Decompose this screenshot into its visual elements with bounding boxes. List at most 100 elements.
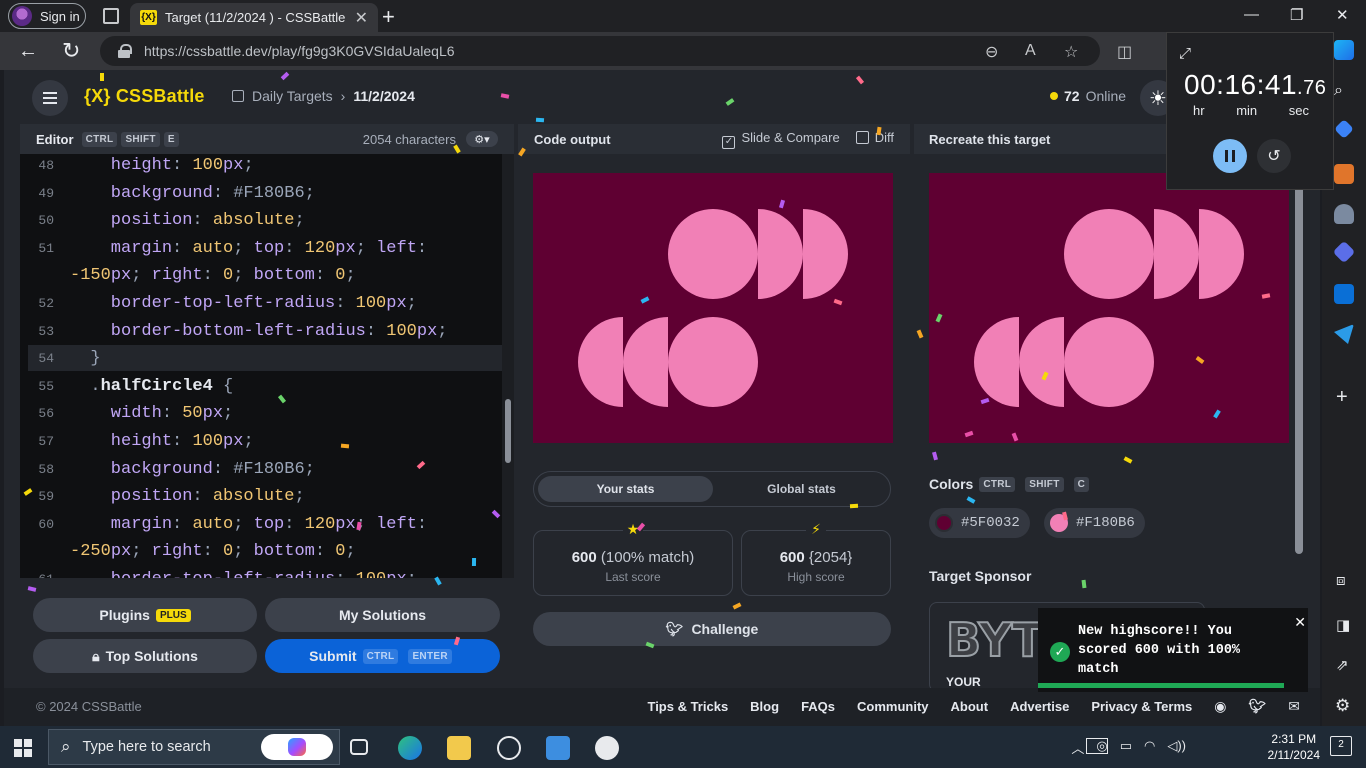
pause-button[interactable] bbox=[1213, 139, 1247, 173]
high-score-label: High score bbox=[787, 570, 845, 584]
copilot-button[interactable] bbox=[261, 734, 333, 760]
menu-button[interactable] bbox=[32, 80, 68, 116]
code-token: : bbox=[172, 238, 193, 258]
code-token: ; bbox=[294, 211, 305, 231]
submit-button[interactable]: Submit CTRL ENTER bbox=[265, 639, 500, 673]
back-icon[interactable]: ← bbox=[18, 40, 38, 63]
split-screen-icon[interactable]: ◫ bbox=[1117, 42, 1132, 62]
confetti-piece bbox=[471, 557, 477, 567]
footer-link[interactable]: Community bbox=[857, 699, 929, 714]
footer-link[interactable]: Tips & Tricks bbox=[647, 699, 728, 714]
add-icon[interactable]: + bbox=[1336, 386, 1348, 409]
clock-app-icon[interactable] bbox=[595, 736, 619, 760]
outlook-icon[interactable] bbox=[1334, 284, 1354, 304]
edge-taskbar-icon[interactable] bbox=[398, 736, 422, 760]
keyboard-icon[interactable] bbox=[1086, 738, 1108, 754]
minimize-icon[interactable]: — bbox=[1244, 6, 1259, 23]
sidebar-toggle-icon[interactable]: ◨ bbox=[1336, 616, 1350, 634]
breadcrumb-daily-targets[interactable]: Daily Targets bbox=[252, 88, 333, 104]
color-swatch bbox=[935, 514, 953, 532]
line-number: 57 bbox=[38, 434, 54, 449]
line-number: 58 bbox=[38, 461, 54, 477]
wifi-icon[interactable]: ◠ bbox=[1144, 738, 1155, 757]
zoom-icon[interactable]: ⊖ bbox=[985, 42, 998, 62]
open-external-icon[interactable]: ⇗ bbox=[1336, 656, 1349, 674]
editor-scrollbar[interactable] bbox=[502, 154, 514, 578]
close-window-icon[interactable]: ✕ bbox=[1336, 6, 1349, 24]
reload-icon[interactable]: ↻ bbox=[62, 38, 80, 64]
diff-checkbox[interactable]: Diff bbox=[855, 130, 894, 149]
code-line: border-bottom-left-radius: 100px; bbox=[70, 321, 448, 341]
online-count: 72 bbox=[1064, 88, 1080, 104]
twitter-icon[interactable]: 🐦︎ bbox=[1248, 698, 1266, 715]
code-line: margin: auto; top: 120px; left: bbox=[70, 239, 427, 258]
volume-icon[interactable]: ◁)) bbox=[1167, 738, 1186, 757]
search-icon[interactable]: ⌕ bbox=[1334, 82, 1354, 102]
address-bar[interactable]: https://cssbattle.dev/play/fg9g3K0GVSIda… bbox=[100, 36, 1100, 66]
code-token: px bbox=[335, 514, 356, 534]
plugins-button[interactable]: Plugins PLUS bbox=[33, 598, 257, 632]
color-chip[interactable]: #F180B6 bbox=[1044, 508, 1145, 538]
screenshot-icon[interactable]: ⧈ bbox=[1336, 572, 1346, 589]
battery-icon[interactable]: ▭ bbox=[1120, 738, 1132, 757]
top-solutions-label: Top Solutions bbox=[105, 648, 198, 664]
reset-button[interactable]: ↺ bbox=[1257, 139, 1291, 173]
people-icon[interactable] bbox=[1334, 204, 1354, 224]
plus-badge: PLUS bbox=[155, 608, 191, 622]
taskbar-search[interactable]: ⌕ Type here to search bbox=[48, 729, 340, 765]
clock-time: 2:31 PM bbox=[1271, 732, 1317, 746]
clock[interactable]: 2:31 PM 2/11/2024 bbox=[1268, 731, 1321, 763]
cssbattle-favicon-icon: {X} bbox=[140, 10, 157, 25]
code-token: border-bottom-left-radius bbox=[70, 321, 366, 341]
settings-icon[interactable]: ⚙ bbox=[1335, 696, 1350, 716]
tab-global-stats[interactable]: Global stats bbox=[714, 476, 889, 502]
code-token: #F180B6 bbox=[233, 459, 305, 479]
copilot-icon[interactable] bbox=[1334, 40, 1354, 60]
chevron-up-icon[interactable]: ︿ bbox=[1071, 738, 1084, 757]
my-solutions-button[interactable]: My Solutions bbox=[265, 598, 500, 632]
code-token: { bbox=[212, 376, 234, 396]
tab-your-stats[interactable]: Your stats bbox=[538, 476, 713, 502]
favorite-star-icon[interactable]: ☆ bbox=[1064, 42, 1078, 62]
cssbattle-logo[interactable]: {X} CSSBattle bbox=[84, 86, 205, 107]
mail-icon[interactable]: ✉ bbox=[1288, 698, 1300, 715]
code-token: px bbox=[223, 432, 244, 451]
tab-actions-icon[interactable] bbox=[103, 8, 119, 24]
target-scrollbar[interactable] bbox=[1294, 154, 1304, 564]
browser-tab-active[interactable]: {X} Target (11/2/2024 ) - CSSBattle ✕ bbox=[130, 3, 378, 32]
footer-link[interactable]: About bbox=[951, 699, 989, 714]
code-token: : bbox=[212, 183, 234, 203]
read-aloud-icon[interactable]: A bbox=[1025, 42, 1036, 60]
code-token: margin bbox=[70, 238, 173, 258]
task-view-icon[interactable] bbox=[350, 739, 368, 755]
footer-link[interactable]: FAQs bbox=[801, 699, 835, 714]
challenge-button[interactable]: 🐦︎ Challenge bbox=[533, 612, 891, 646]
editor-settings-button[interactable]: ⚙▾ bbox=[466, 131, 498, 147]
restore-icon[interactable]: ❐ bbox=[1290, 6, 1303, 24]
top-solutions-button[interactable]: 🔒︎ Top Solutions bbox=[33, 639, 257, 673]
new-tab-icon[interactable]: + bbox=[382, 4, 395, 30]
tools-icon[interactable] bbox=[1334, 164, 1354, 184]
footer-link[interactable]: Advertise bbox=[1010, 699, 1069, 714]
app-icon[interactable] bbox=[546, 736, 570, 760]
code-token: 50 bbox=[182, 404, 203, 424]
expand-icon[interactable]: ⤢ bbox=[1179, 45, 1191, 62]
slide-compare-checkbox[interactable]: ✓ Slide & Compare bbox=[722, 130, 840, 149]
start-button[interactable] bbox=[14, 739, 32, 757]
close-tab-icon[interactable]: ✕ bbox=[355, 8, 368, 28]
chatgpt-icon[interactable] bbox=[497, 736, 521, 760]
kbd-key: E bbox=[163, 131, 179, 147]
close-icon[interactable]: ✕ bbox=[1294, 614, 1306, 631]
line-number: 50 bbox=[38, 213, 54, 229]
discord-icon[interactable]: ◉ bbox=[1214, 698, 1226, 715]
footer-link[interactable]: Blog bbox=[750, 699, 779, 714]
footer-link[interactable]: Privacy & Terms bbox=[1091, 699, 1192, 714]
color-chip[interactable]: #5F0032 bbox=[929, 508, 1030, 538]
code-output-preview[interactable] bbox=[533, 173, 893, 443]
profile-button[interactable]: Sign in bbox=[8, 3, 86, 29]
code-token: : bbox=[212, 459, 234, 479]
notification-center-icon[interactable]: 2 bbox=[1330, 736, 1352, 756]
code-token: : bbox=[335, 294, 356, 313]
file-explorer-icon[interactable] bbox=[447, 736, 471, 760]
code-editor[interactable]: 48 height: 100px; 49 background: #F180B6;… bbox=[20, 154, 502, 578]
